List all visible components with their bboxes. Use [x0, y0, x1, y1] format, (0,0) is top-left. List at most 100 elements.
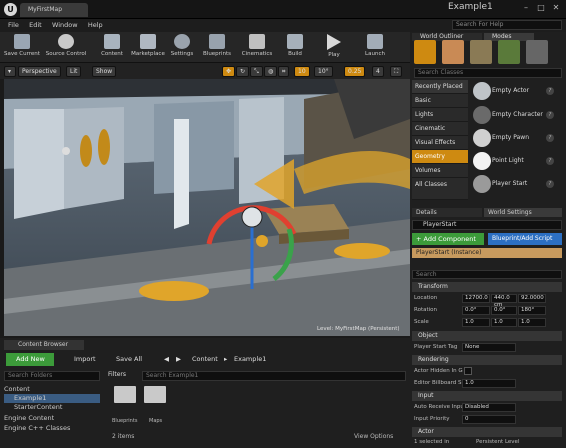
- actor-name-field[interactable]: PlayerStart: [412, 220, 562, 230]
- scale-y-field[interactable]: 1.0: [491, 318, 517, 327]
- input-priority-field[interactable]: 0: [462, 415, 516, 424]
- editor-billboard-field[interactable]: 1.0: [462, 379, 516, 388]
- filters-button[interactable]: Filters: [108, 370, 138, 380]
- search-classes-input[interactable]: Search Classes: [414, 68, 562, 78]
- tree-example1[interactable]: Example1: [4, 394, 100, 403]
- add-component-button[interactable]: + Add Component: [412, 233, 484, 245]
- camera-speed-value[interactable]: 4: [372, 66, 384, 77]
- placeable-empty-pawn[interactable]: Empty Pawn?: [470, 127, 562, 149]
- landscape-mode-icon[interactable]: [470, 40, 492, 64]
- placeable-empty-character[interactable]: Empty Character?: [470, 104, 562, 126]
- rendering-section[interactable]: Rendering: [412, 355, 562, 365]
- placeable-player-start[interactable]: Player Start?: [470, 173, 562, 195]
- place-mode-icon[interactable]: [414, 40, 436, 64]
- tree-starter-content[interactable]: StarterContent: [4, 403, 100, 412]
- location-x-field[interactable]: 12700.0: [462, 294, 490, 303]
- category-recently-placed[interactable]: Recently Placed: [412, 80, 468, 94]
- menu-edit[interactable]: Edit: [29, 19, 42, 32]
- location-y-field[interactable]: 440.0 cm: [491, 294, 517, 308]
- help-icon[interactable]: ?: [546, 87, 554, 95]
- details-search-input[interactable]: Search: [412, 270, 562, 279]
- rotation-y-field[interactable]: 0.0°: [491, 306, 517, 315]
- help-icon[interactable]: ?: [546, 134, 554, 142]
- viewport-options-button[interactable]: ▾: [4, 66, 16, 77]
- world-settings-tab[interactable]: World Settings: [484, 208, 562, 217]
- location-z-field[interactable]: 92.0000: [518, 294, 546, 303]
- geometry-mode-icon[interactable]: [526, 40, 548, 64]
- rotate-tool-icon[interactable]: ↻: [236, 66, 250, 77]
- play-button[interactable]: Play: [320, 33, 348, 62]
- paint-mode-icon[interactable]: [442, 40, 464, 64]
- category-geometry[interactable]: Geometry: [412, 150, 468, 164]
- help-icon[interactable]: ?: [546, 111, 554, 119]
- tree-engine-content[interactable]: Engine Content: [4, 414, 100, 423]
- lit-button[interactable]: Lit: [66, 66, 82, 77]
- blueprints-button[interactable]: Blueprints: [200, 33, 234, 62]
- auto-receive-input-select[interactable]: Disabled: [462, 403, 516, 412]
- save-all-button[interactable]: Save All: [104, 353, 146, 366]
- save-current-button[interactable]: Save Current: [4, 33, 40, 62]
- actor-hidden-checkbox[interactable]: [464, 367, 472, 375]
- tree-content[interactable]: Content: [4, 385, 100, 394]
- world-local-icon[interactable]: ◍: [264, 66, 278, 77]
- marketplace-button[interactable]: Marketplace: [130, 33, 166, 62]
- category-cinematic[interactable]: Cinematic: [412, 122, 468, 136]
- cinematics-button[interactable]: Cinematics: [240, 33, 274, 62]
- menu-help[interactable]: Help: [88, 19, 103, 32]
- translate-tool-icon[interactable]: ✥: [222, 66, 236, 77]
- build-button[interactable]: Build: [282, 33, 308, 62]
- menu-file[interactable]: File: [8, 19, 19, 32]
- search-help-input[interactable]: Search For Help: [452, 20, 562, 30]
- source-control-button[interactable]: Source Control: [44, 33, 88, 62]
- help-icon[interactable]: ?: [546, 157, 554, 165]
- folder-blueprints-icon[interactable]: [114, 386, 136, 403]
- level-tab[interactable]: MyFirstMap: [20, 3, 88, 17]
- search-folders-input[interactable]: Search Folders: [4, 371, 100, 381]
- scale-snap-value[interactable]: 0.25: [344, 66, 366, 77]
- forward-icon[interactable]: ▶: [176, 353, 190, 366]
- menu-window[interactable]: Window: [52, 19, 78, 32]
- content-browser-tab[interactable]: Content Browser: [4, 340, 84, 350]
- search-assets-input[interactable]: Search Example1: [142, 371, 406, 381]
- placeable-point-light[interactable]: Point Light?: [470, 150, 562, 172]
- foliage-mode-icon[interactable]: [498, 40, 520, 64]
- surface-snap-icon[interactable]: ⌗: [278, 66, 290, 77]
- component-instance-row[interactable]: PlayerStart (Instance): [412, 248, 562, 258]
- launch-button[interactable]: Launch: [360, 33, 390, 62]
- player-start-tag-field[interactable]: None: [462, 343, 516, 352]
- scale-z-field[interactable]: 1.0: [518, 318, 546, 327]
- level-viewport[interactable]: Level: MyFirstMap (Persistent): [4, 79, 410, 336]
- view-options-button[interactable]: View Options: [354, 433, 393, 440]
- category-basic[interactable]: Basic: [412, 94, 468, 108]
- rotation-snap-value[interactable]: 10°: [314, 66, 333, 77]
- rotation-z-field[interactable]: 180°: [518, 306, 546, 315]
- import-button[interactable]: Import: [64, 353, 100, 366]
- tree-engine-cpp-classes[interactable]: Engine C++ Classes: [4, 424, 100, 433]
- rotation-x-field[interactable]: 0.0°: [462, 306, 490, 315]
- content-button[interactable]: Content: [98, 33, 126, 62]
- actor-section[interactable]: Actor: [412, 427, 562, 437]
- minimize-icon[interactable]: –: [520, 3, 532, 13]
- scale-tool-icon[interactable]: ⤡: [250, 66, 263, 77]
- path-example1[interactable]: Example1: [234, 353, 266, 366]
- close-icon[interactable]: ✕: [550, 3, 562, 13]
- path-content[interactable]: Content: [192, 353, 218, 366]
- add-new-button[interactable]: Add New: [6, 353, 54, 366]
- help-icon[interactable]: ?: [546, 180, 554, 188]
- details-tab[interactable]: Details: [412, 208, 482, 217]
- scale-x-field[interactable]: 1.0: [462, 318, 490, 327]
- maximize-icon[interactable]: □: [535, 3, 547, 13]
- category-visual-effects[interactable]: Visual Effects: [412, 136, 468, 150]
- transform-section[interactable]: Transform: [412, 282, 562, 292]
- category-lights[interactable]: Lights: [412, 108, 468, 122]
- grid-snap-value[interactable]: 10: [294, 66, 310, 77]
- object-section[interactable]: Object: [412, 331, 562, 341]
- settings-button[interactable]: Settings: [168, 33, 196, 62]
- category-all-classes[interactable]: All Classes: [412, 178, 468, 200]
- perspective-button[interactable]: Perspective: [18, 66, 61, 77]
- input-section[interactable]: Input: [412, 391, 562, 401]
- maximize-viewport-icon[interactable]: ⛶: [390, 66, 403, 77]
- show-button[interactable]: Show: [92, 66, 117, 77]
- placeable-empty-actor[interactable]: Empty Actor?: [470, 80, 562, 102]
- blueprint-add-script-button[interactable]: Blueprint/Add Script: [488, 233, 562, 245]
